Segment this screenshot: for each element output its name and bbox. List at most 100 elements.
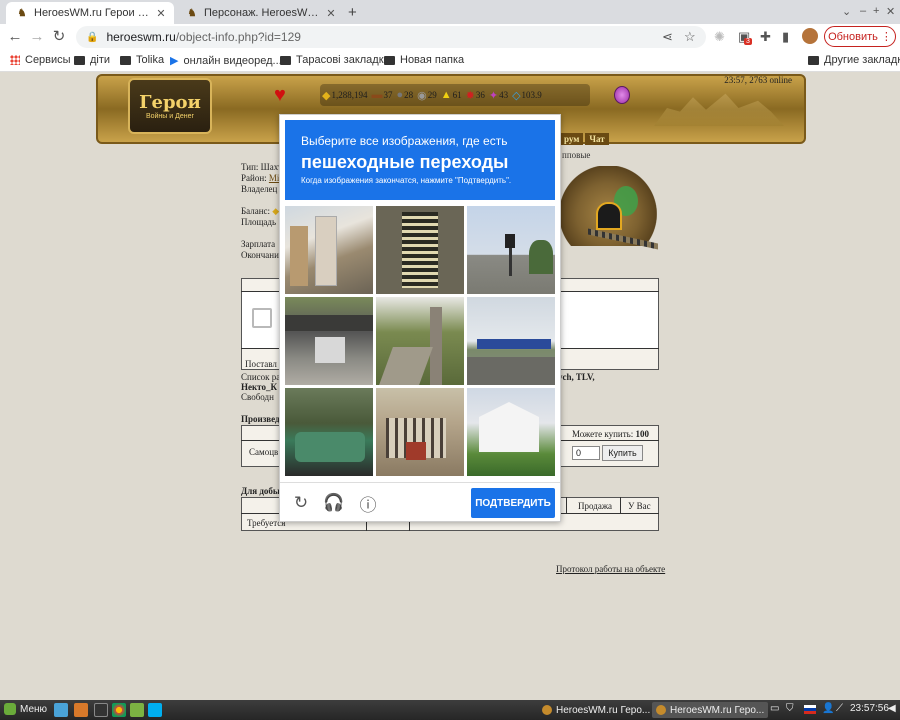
close-icon[interactable]: ✕ [154,7,168,20]
captcha-dialog: Выберите все изображения, где есть пешех… [279,114,561,522]
captcha-tile-7[interactable] [285,388,373,476]
bookmark-kids[interactable]: діти [74,54,110,66]
browser-toolbar: ← → ↻ 🔒 heroeswm.ru/object-info.php?id=1… [0,24,900,50]
skype-icon[interactable] [148,703,162,717]
tab-search-icon[interactable]: ⌄ [842,5,851,18]
shield-icon[interactable]: ⛉ [786,703,794,714]
extension-icon[interactable]: ✺ [714,29,725,45]
castle-decoration [654,93,784,126]
health-heart-icon[interactable]: ♥ [274,84,286,107]
info-end: Окончани [241,250,279,260]
captcha-tile-9[interactable] [467,388,555,476]
game-logo[interactable]: Герои Войны и Денег [128,78,212,134]
sale-column-header: Продажа [578,501,613,511]
worker-name[interactable]: Некто_К [241,382,277,392]
bookmark-other[interactable]: Другие закладки [808,54,900,66]
resource-gold: ◆ 1,288,194 [322,89,368,102]
menu-button[interactable]: Меню [4,703,47,715]
bookmark-star-icon[interactable]: ☆ [684,29,696,45]
chrome-icon[interactable] [112,703,126,717]
verify-button[interactable]: ПОДТВЕРДИТЬ [471,488,555,518]
volume-icon[interactable]: ◀ [888,703,896,714]
close-icon[interactable]: ✕ [324,7,338,20]
resource-sulfur: ▲ 61 [440,89,462,101]
url-text: heroeswm.ru/object-info.php?id=129 [106,30,301,44]
captcha-tile-1[interactable] [285,206,373,294]
reload-captcha-icon[interactable]: ↻ [291,493,311,513]
reload-icon[interactable]: ↻ [50,28,68,46]
resource-ore: ● 28 [396,89,414,101]
extension-badge: 3 [744,38,752,45]
gold-icon: ◆ [322,89,331,102]
nav-chat-link[interactable]: Чат [585,133,609,145]
system-taskbar: Меню HeroesWM.ru Геро... HeroesWM.ru Гер… [0,700,900,720]
tab-character[interactable]: ♞ Персонаж. HeroesWM.ru Герои войны и Де… [176,2,344,24]
close-window-icon[interactable]: ✕ [886,5,895,18]
screen-icon[interactable]: ▭ [770,703,779,714]
minimize-icon[interactable]: – [860,5,866,17]
captcha-tile-6[interactable] [467,297,555,385]
captcha-tile-5[interactable] [376,297,464,385]
files-icon[interactable] [130,703,144,717]
captcha-tile-2[interactable] [376,206,464,294]
bookmark-new-folder[interactable]: Новая папка [384,54,464,66]
nav-forum-link[interactable]: рум [560,133,584,145]
captcha-header: Выберите все изображения, где есть пешех… [285,120,555,200]
sidepanel-icon[interactable]: ▮ [782,29,789,45]
resource-mercury: ◉ 29 [417,89,437,102]
puzzle-icon[interactable]: ✚ [760,29,771,45]
captcha-tile-4[interactable] [285,297,373,385]
bookmark-tolika[interactable]: Tolika [120,54,164,66]
avatar[interactable] [802,28,818,44]
heroeswm-favicon-icon: ♞ [187,7,197,19]
select-checkbox[interactable] [252,308,272,328]
workers-list-label: Список ра [241,372,281,382]
resource-wood: ▬ 37 [371,89,393,101]
bookmark-taras[interactable]: Тарасові закладки [280,54,390,66]
user-icon[interactable]: 👤 [822,703,834,714]
update-button[interactable]: Обновить ⋮ [824,26,896,47]
mana-orb-icon[interactable] [614,86,630,104]
diamond-icon: ◇ [512,89,521,102]
resource-crystal: ✸ 36 [465,89,485,102]
folder-icon [384,55,395,65]
bookmarks-bar: Сервисы діти Tolika ▶ онлайн видеоред... … [0,50,900,72]
network-icon[interactable]: ⟋ [836,703,843,714]
back-icon[interactable]: ← [6,28,24,46]
taskbar-window-2[interactable]: HeroesWM.ru Геро... [652,702,769,718]
wood-icon: ▬ [371,89,383,101]
share-icon[interactable]: ⋖ [662,29,673,45]
captcha-target: пешеходные переходы [301,152,509,172]
audio-challenge-icon[interactable]: 🎧 [323,493,344,513]
maximize-icon[interactable]: + [873,5,879,17]
show-desktop-icon[interactable] [54,703,68,717]
quantity-input[interactable]: 0 [572,446,600,460]
firefox-icon[interactable] [74,703,88,717]
folder-icon [808,55,819,65]
protocol-link[interactable]: Протокол работы на объекте [556,564,665,574]
bookmark-video-editor[interactable]: ▶ онлайн видеоред... [170,54,282,68]
apps-icon [10,55,20,65]
tab-heroeswm[interactable]: ♞ HeroesWM.ru Герои войны и Деньги ✕ [6,2,174,24]
supplied-label: Поставл [245,359,277,369]
captcha-tile-3[interactable] [467,206,555,294]
forward-icon[interactable]: → [28,28,46,46]
district-link[interactable]: Mi [269,173,280,183]
keyboard-layout-icon[interactable] [804,705,816,714]
info-owner: Владелец [241,184,278,194]
taskbar-window-1[interactable]: HeroesWM.ru Геро... [538,702,654,718]
info-icon[interactable]: ⓘ [358,493,378,515]
new-tab-button[interactable]: + [348,4,357,21]
captcha-tile-8[interactable] [376,388,464,476]
bookmark-services[interactable]: Сервисы [10,54,71,66]
buy-button[interactable]: Купить [602,445,643,461]
ore-icon: ● [396,89,404,101]
captcha-footer: ↻ 🎧 ⓘ ПОДТВЕРДИТЬ [280,482,560,522]
have-column-header: У Вас [628,501,651,511]
tab-title: HeroesWM.ru Герои войны и Деньги [34,7,154,19]
product-row-label: Самоцв [249,447,279,457]
terminal-icon[interactable] [94,703,108,717]
address-bar[interactable]: 🔒 heroeswm.ru/object-info.php?id=129 ⋖ ☆ [76,26,706,48]
mine-image [558,166,658,261]
crystal-icon: ✸ [465,89,475,102]
